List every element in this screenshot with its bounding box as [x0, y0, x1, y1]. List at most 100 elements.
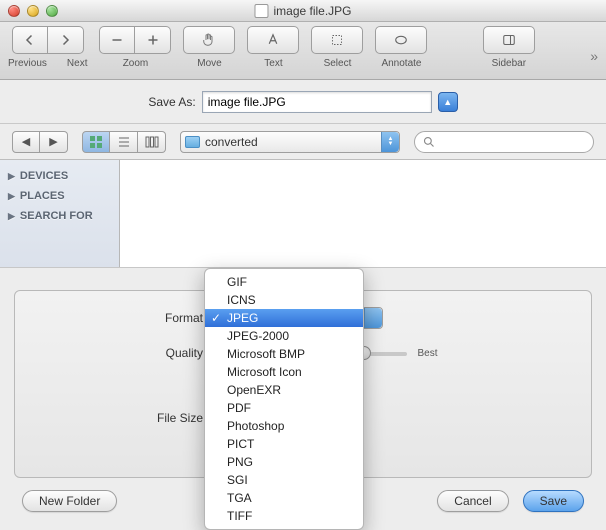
disclosure-triangle-icon: ▶ — [8, 191, 15, 202]
format-menu-item-label: TIFF — [227, 509, 252, 523]
format-menu-item-label: PDF — [227, 401, 251, 415]
sidebar-toggle-button[interactable] — [483, 26, 535, 54]
annotate-label: Annotate — [381, 58, 421, 69]
next-label: Next — [67, 58, 88, 69]
previous-button[interactable] — [12, 26, 48, 54]
format-menu-item-label: Microsoft Icon — [227, 365, 302, 379]
window-title-text: image file.JPG — [273, 4, 351, 18]
popup-arrows-icon — [364, 308, 382, 328]
format-menu-item[interactable]: PICT — [205, 435, 363, 453]
format-menu-item[interactable]: Microsoft BMP — [205, 345, 363, 363]
format-label: Format — [33, 311, 203, 325]
search-input[interactable] — [440, 136, 585, 148]
quality-best-label: Best — [417, 348, 437, 359]
format-dropdown-menu[interactable]: GIF ICNS ✓ JPEG JPEG-2000 Microsoft BMP Micros… — [204, 268, 364, 530]
popup-arrows-icon: ▲▼ — [381, 132, 399, 152]
window-title: image file.JPG — [254, 4, 351, 18]
browser-nav-bar: ◀ ▶ converted ▲▼ — [0, 124, 606, 160]
format-menu-item[interactable]: OpenEXR — [205, 381, 363, 399]
hand-icon — [200, 31, 218, 49]
list-view-icon — [117, 135, 131, 149]
close-window-button[interactable] — [8, 5, 20, 17]
format-menu-item-label: Photoshop — [227, 419, 284, 433]
history-nav: ◀ ▶ — [12, 131, 68, 153]
back-button[interactable]: ◀ — [12, 131, 40, 153]
save-as-input[interactable] — [202, 91, 432, 113]
format-menu-item-label: GIF — [227, 275, 247, 289]
search-field[interactable] — [414, 131, 594, 153]
quality-label: Quality — [33, 346, 203, 360]
checkmark-icon: ✓ — [211, 311, 221, 325]
move-label: Move — [197, 58, 221, 69]
select-tool-button[interactable] — [311, 26, 363, 54]
format-menu-item[interactable]: TIFF — [205, 507, 363, 525]
annotate-tool-button[interactable] — [375, 26, 427, 54]
disclosure-toggle-button[interactable]: ▲ — [438, 92, 458, 112]
next-button[interactable] — [48, 26, 84, 54]
disclosure-triangle-icon: ▶ — [8, 171, 15, 182]
save-as-row: Save As: ▲ — [0, 80, 606, 124]
icon-view-button[interactable] — [82, 131, 110, 153]
select-label: Select — [324, 58, 352, 69]
column-view-button[interactable] — [138, 131, 166, 153]
format-menu-item[interactable]: PNG — [205, 453, 363, 471]
text-icon — [264, 31, 282, 49]
location-popup[interactable]: converted ▲▼ — [180, 131, 400, 153]
format-menu-item[interactable]: ICNS — [205, 291, 363, 309]
sidebar-section-places[interactable]: ▶ PLACES — [0, 186, 119, 206]
toolbar-overflow-button[interactable]: » — [590, 26, 598, 64]
folder-icon — [185, 136, 200, 148]
format-menu-item[interactable]: Microsoft Icon — [205, 363, 363, 381]
format-menu-item[interactable]: JPEG-2000 — [205, 327, 363, 345]
format-menu-item[interactable]: GIF — [205, 273, 363, 291]
sidebar-searchfor-label: SEARCH FOR — [20, 210, 93, 222]
sidebar-section-searchfor[interactable]: ▶ SEARCH FOR — [0, 206, 119, 226]
filesize-label: File Size — [33, 411, 203, 425]
list-view-button[interactable] — [110, 131, 138, 153]
sidebar-icon — [500, 31, 518, 49]
oval-icon — [392, 31, 410, 49]
format-menu-item[interactable]: Photoshop — [205, 417, 363, 435]
zoom-group: Zoom — [99, 26, 171, 69]
document-icon — [254, 4, 268, 18]
format-menu-item[interactable]: PDF — [205, 399, 363, 417]
file-browser: ▶ DEVICES ▶ PLACES ▶ SEARCH FOR — [0, 160, 606, 268]
minus-icon — [108, 31, 126, 49]
icon-view-icon — [89, 135, 103, 149]
previous-label: Previous — [8, 58, 47, 69]
forward-button[interactable]: ▶ — [40, 131, 68, 153]
disclosure-triangle-icon: ▶ — [8, 211, 15, 222]
titlebar: image file.JPG — [0, 0, 606, 22]
minimize-window-button[interactable] — [27, 5, 39, 17]
format-menu-item-label: JPEG-2000 — [227, 329, 289, 343]
file-list-area[interactable] — [120, 160, 606, 267]
format-menu-item-label: JPEG — [227, 311, 258, 325]
format-menu-item-label: SGI — [227, 473, 248, 487]
view-mode-switcher — [82, 131, 166, 153]
sidebar-label: Sidebar — [492, 58, 526, 69]
format-menu-item-label: ICNS — [227, 293, 256, 307]
text-label: Text — [264, 58, 282, 69]
format-menu-item-label: PICT — [227, 437, 254, 451]
sidebar: ▶ DEVICES ▶ PLACES ▶ SEARCH FOR — [0, 160, 120, 267]
nav-group: Previous Next — [8, 26, 87, 69]
format-menu-item[interactable]: ✓ JPEG — [205, 309, 363, 327]
window-controls — [8, 5, 58, 17]
format-menu-item-label: OpenEXR — [227, 383, 281, 397]
zoom-in-button[interactable] — [135, 26, 171, 54]
move-tool-button[interactable] — [183, 26, 235, 54]
zoom-out-button[interactable] — [99, 26, 135, 54]
app-toolbar: Previous Next Zoom Move Text Select — [0, 22, 606, 80]
format-menu-item[interactable]: SGI — [205, 471, 363, 489]
sidebar-places-label: PLACES — [20, 190, 65, 202]
format-menu-item-label: TGA — [227, 491, 252, 505]
format-menu-item[interactable]: TGA — [205, 489, 363, 507]
zoom-window-button[interactable] — [46, 5, 58, 17]
column-view-icon — [145, 135, 159, 149]
text-tool-button[interactable] — [247, 26, 299, 54]
marquee-icon — [328, 31, 346, 49]
search-icon — [423, 136, 435, 148]
arrow-left-icon — [21, 31, 39, 49]
sidebar-devices-label: DEVICES — [20, 170, 68, 182]
sidebar-section-devices[interactable]: ▶ DEVICES — [0, 166, 119, 186]
